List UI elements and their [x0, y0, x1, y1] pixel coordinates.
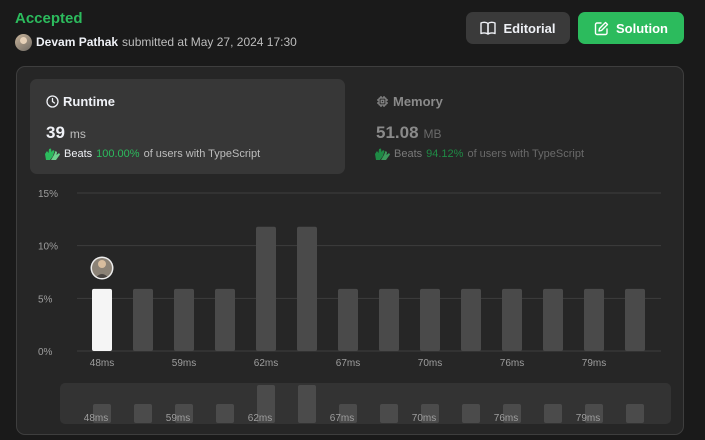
- bar[interactable]: [174, 288, 194, 351]
- bar[interactable]: [420, 288, 440, 351]
- y-tick-label: 10%: [38, 242, 58, 253]
- mini-x-tick-label: 79ms: [576, 413, 600, 424]
- y-tick-label: 0%: [38, 347, 53, 358]
- bar[interactable]: [215, 288, 235, 351]
- mini-bar: [462, 404, 480, 423]
- x-tick-label: 67ms: [336, 358, 360, 369]
- mini-bar: [544, 404, 562, 423]
- mini-x-tick-label: 59ms: [166, 413, 190, 424]
- bar[interactable]: [338, 288, 358, 351]
- mini-bar: [626, 404, 644, 423]
- mini-bar: [134, 404, 152, 423]
- x-tick-label: 59ms: [172, 358, 196, 369]
- bar[interactable]: [297, 226, 317, 351]
- mini-bar: [380, 404, 398, 423]
- bar[interactable]: [461, 288, 481, 351]
- mini-x-tick-label: 48ms: [84, 413, 108, 424]
- bar-highlighted[interactable]: [92, 288, 112, 351]
- mini-bar: [216, 404, 234, 423]
- y-tick-label: 15%: [38, 189, 58, 200]
- mini-x-tick-label: 70ms: [412, 413, 436, 424]
- mini-x-tick-label: 62ms: [248, 413, 272, 424]
- x-tick-label: 70ms: [418, 358, 442, 369]
- bar[interactable]: [133, 288, 153, 351]
- mini-x-tick-label: 67ms: [330, 413, 354, 424]
- runtime-distribution-chart: 15% 10% 5% 0% 48ms 59ms 62ms 67ms 70ms 76ms 79ms 4…: [38, 189, 671, 424]
- mini-bar: [298, 385, 316, 423]
- x-tick-label: 62ms: [254, 358, 278, 369]
- x-tick-label: 76ms: [500, 358, 524, 369]
- bar[interactable]: [379, 288, 399, 351]
- bar[interactable]: [584, 288, 604, 351]
- x-tick-label: 48ms: [90, 358, 114, 369]
- bar[interactable]: [256, 226, 276, 351]
- bar[interactable]: [625, 288, 645, 351]
- mini-x-tick-label: 76ms: [494, 413, 518, 424]
- y-tick-label: 5%: [38, 294, 53, 305]
- bar[interactable]: [543, 288, 563, 351]
- x-tick-label: 79ms: [582, 358, 606, 369]
- user-avatar-marker: [90, 256, 114, 280]
- bar[interactable]: [502, 288, 522, 351]
